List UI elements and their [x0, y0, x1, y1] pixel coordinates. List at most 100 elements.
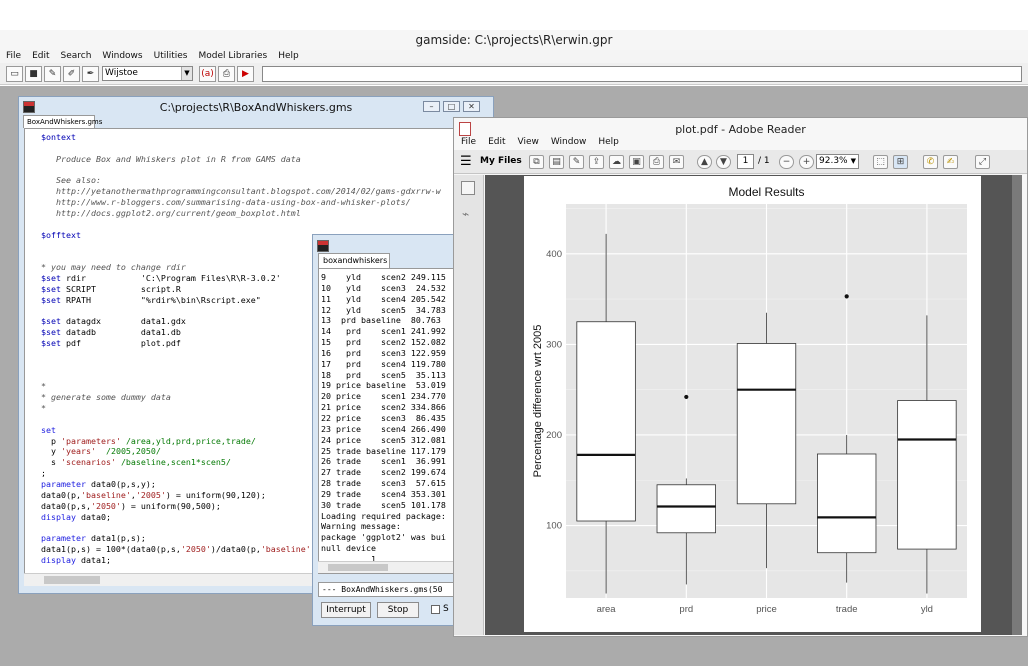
chevron-down-icon[interactable]: ▼ — [181, 67, 192, 80]
highlight-icon[interactable]: ✐ — [63, 66, 80, 82]
log-line: Warning message: — [321, 521, 401, 532]
boxplot-chart: 100 200 300 400 area prd price trade yld Model Re… — [532, 185, 967, 615]
log-line: 26 trade scen1 36.991 — [321, 456, 446, 467]
process-checkbox[interactable] — [431, 605, 440, 614]
x-tick-label: trade — [836, 604, 858, 615]
outlier-point — [684, 394, 689, 400]
y-tick-label: 400 — [546, 249, 562, 260]
sign-icon[interactable]: ✍ — [943, 155, 958, 169]
maximize-icon[interactable]: □ — [443, 101, 460, 112]
main-window-title: gamside: C:\projects\R\erwin.gpr — [415, 33, 613, 47]
reader-menu-help[interactable]: Help — [591, 137, 624, 147]
main-menubar: File Edit Search Windows Utilities Model Libr… — [0, 50, 1028, 63]
x-tick-label: area — [597, 604, 617, 615]
log-line: 12 yld scen5 34.783 — [321, 304, 446, 315]
log-line: 10 yld scen3 24.532 — [321, 282, 446, 293]
command-input[interactable] — [262, 66, 1022, 82]
log-line: 15 prd scen2 152.082 — [321, 337, 446, 348]
y-tick-label: 200 — [546, 430, 562, 441]
editor-window-buttons: – □ ✕ — [423, 101, 480, 112]
interrupt-button[interactable]: Interrupt — [321, 602, 371, 618]
chevron-down-icon[interactable]: ▼ — [851, 155, 856, 168]
workspace-combo-value: Wijstoe — [105, 68, 138, 78]
log-line: 14 prd scen1 241.992 — [321, 326, 446, 337]
run-tools-icon[interactable]: ✒ — [82, 66, 99, 82]
process-horizontal-scrollbar[interactable] — [318, 561, 458, 573]
zoom-out-icon[interactable]: − — [779, 155, 794, 169]
outlier-point — [844, 294, 849, 299]
comment-icon[interactable]: ✆ — [923, 155, 938, 169]
log-line: 29 trade scen4 353.301 — [321, 488, 446, 499]
process-status-line: --- BoxAndWhiskers.gms(50 — [318, 582, 458, 597]
log-line: 18 prd scen5 35.113 — [321, 369, 446, 380]
print-icon[interactable]: ⎙ — [649, 155, 664, 169]
menu-search[interactable]: Search — [55, 50, 97, 61]
reader-menu-edit[interactable]: Edit — [481, 137, 510, 147]
menu-file[interactable]: File — [0, 50, 26, 61]
process-tab[interactable]: boxandwhiskers — [318, 253, 390, 268]
process-log[interactable]: 9 yld scen2 249.115 10 yld scen3 24.532 11… — [318, 268, 458, 574]
open-folder-icon[interactable]: ▭ — [6, 66, 23, 82]
chart-title: Model Results — [728, 185, 804, 199]
main-toolbar: ▭ ■ ✎ ✐ ✒ Wijstoe ▼ (a) ⎙ ▶ — [0, 63, 1028, 85]
log-line: 19 price baseline 53.019 — [321, 380, 446, 391]
menu-help[interactable]: Help — [272, 50, 304, 61]
log-line: 16 prd scen3 122.959 — [321, 347, 446, 358]
reader-menu-file[interactable]: File — [454, 137, 481, 147]
run-icon[interactable]: ▶ — [237, 66, 254, 82]
edit-wand-icon[interactable]: ✎ — [44, 66, 61, 82]
close-icon[interactable]: ✕ — [463, 101, 480, 112]
y-tick-label: 300 — [546, 339, 562, 350]
log-line: 30 trade scen5 101.178 — [321, 499, 446, 510]
y-axis-label: Percentage difference wrt 2005 — [532, 325, 544, 478]
zoom-in-icon[interactable]: + — [799, 155, 814, 169]
pages-panel-icon[interactable] — [461, 181, 475, 195]
save-icon[interactable]: ■ — [25, 66, 42, 82]
editor-tab[interactable]: BoxAndWhiskers.gms — [23, 115, 102, 128]
create-pdf-icon[interactable]: ⧉ — [529, 155, 544, 169]
page-up-icon[interactable]: ▲ — [697, 155, 712, 169]
stop-button[interactable]: Stop — [377, 602, 419, 618]
editor-scroll-thumb[interactable] — [44, 576, 100, 584]
print-icon[interactable]: ⎙ — [218, 66, 235, 82]
menu-edit[interactable]: Edit — [26, 50, 54, 61]
box-area — [576, 321, 636, 522]
hamburger-menu-icon[interactable]: ☰ — [460, 155, 472, 168]
log-line: 11 yld scen4 205.542 — [321, 293, 446, 304]
fit-page-icon[interactable]: ⬚ — [873, 155, 888, 169]
save-icon[interactable]: ▣ — [629, 155, 644, 169]
combine-files-icon[interactable]: ▤ — [549, 155, 564, 169]
minimize-icon[interactable]: – — [423, 101, 440, 112]
reader-vertical-scrollbar[interactable] — [1012, 175, 1022, 635]
reader-menu-view[interactable]: View — [511, 137, 544, 147]
editor-app-icon — [23, 101, 35, 113]
reader-menubar: File Edit View Window Help — [454, 137, 1027, 150]
reader-toolbar: ☰ My Files ⧉ ▤ ✎ ⇪ ☁ ▣ ⎙ ✉ ▲ ▼ 1 / 1 − +… — [454, 150, 1027, 174]
email-icon[interactable]: ✉ — [669, 155, 684, 169]
log-line: package 'ggplot2' was bui — [321, 532, 446, 543]
export-icon[interactable]: ⇪ — [589, 155, 604, 169]
x-tick-label: price — [756, 604, 777, 615]
edit-pdf-icon[interactable]: ✎ — [569, 155, 584, 169]
reader-menu-window[interactable]: Window — [544, 137, 592, 147]
process-scroll-thumb[interactable] — [328, 564, 388, 571]
page-total: / 1 — [758, 156, 770, 166]
my-files-button[interactable]: My Files — [480, 156, 522, 166]
log-line: 23 price scen4 266.490 — [321, 423, 446, 434]
fullscreen-icon[interactable]: ⤢ — [975, 155, 990, 169]
menu-utilities[interactable]: Utilities — [148, 50, 193, 61]
zoom-combo[interactable]: 92.3% ▼ — [816, 154, 859, 169]
fit-width-icon[interactable]: ⊞ — [893, 155, 908, 169]
attachment-icon[interactable]: ⌁ — [462, 207, 469, 221]
cloud-upload-icon[interactable]: ☁ — [609, 155, 624, 169]
compile-a-button[interactable]: (a) — [199, 66, 216, 82]
pdf-page: 100 200 300 400 area prd price trade yld Model Re… — [524, 176, 981, 632]
workspace-combo[interactable]: Wijstoe ▼ — [102, 66, 193, 81]
page-number-input[interactable]: 1 — [737, 154, 754, 169]
log-line: 21 price scen2 334.866 — [321, 402, 446, 413]
menu-windows[interactable]: Windows — [96, 50, 147, 61]
log-line: Loading required package: — [321, 510, 446, 521]
log-line: 27 trade scen2 199.674 — [321, 467, 446, 478]
page-down-icon[interactable]: ▼ — [716, 155, 731, 169]
menu-model-libraries[interactable]: Model Libraries — [192, 50, 272, 61]
